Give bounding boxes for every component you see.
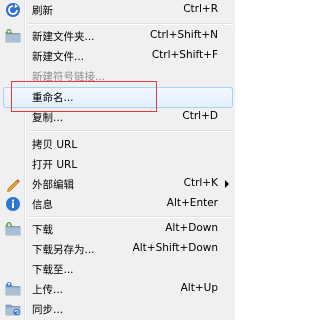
menu-item-label: 复制... [32,112,64,124]
menu-item-label: 拷贝 URL [32,139,78,151]
info-icon [6,197,20,211]
menu-item-label: 信息 [32,199,53,211]
menu-item-shortcut: Ctrl+D [182,110,218,122]
menu-item-label: 刷新 [32,5,53,17]
menu-item-label: 外部编辑 [32,179,74,191]
menu-item-label: 下载另存为... [32,244,95,256]
menu-item-copy-url[interactable]: 拷贝 URL [0,133,235,155]
menu-item-shortcut: Alt+Enter [166,197,218,209]
menu-item-shortcut: Alt+Up [180,282,218,294]
menu-item-download-to[interactable]: 下载至... [0,258,235,280]
context-menu: 刷新 Ctrl+R 新建文件夹... Ctrl+Shift+N 新建文件... … [0,0,235,320]
menu-item-label: 同步... [32,304,64,316]
submenu-arrow-icon [225,180,229,188]
menu-item-shortcut: Alt+Shift+Down [132,242,218,254]
upload-icon [5,282,21,296]
menu-item-new-folder[interactable]: 新建文件夹... Ctrl+Shift+N [0,25,235,47]
menu-item-download[interactable]: 下载 Alt+Down [0,218,235,240]
menu-item-label: 打开 URL [32,159,78,171]
menu-item-shortcut: Ctrl+R [183,3,218,15]
separator [28,130,233,132]
menu-item-label: 新建文件夹... [32,31,95,43]
menu-item-label: 上传... [32,284,64,296]
annotation-highlight-box [11,81,157,112]
refresh-icon [6,3,20,17]
sync-icon [5,304,21,316]
menu-item-download-as[interactable]: 下载另存为... Alt+Shift+Down [0,238,235,260]
menu-item-external-edit[interactable]: 外部编辑 Ctrl+K [0,173,235,195]
menu-item-upload[interactable]: 上传... Alt+Up [0,278,235,300]
pencil-icon [7,179,20,192]
menu-item-shortcut: Alt+Down [165,222,218,234]
menu-item-shortcut: Ctrl+Shift+N [150,29,218,41]
menu-item-new-file[interactable]: 新建文件... Ctrl+Shift+F [0,45,235,67]
menu-item-label: 新建文件... [32,51,85,63]
menu-item-open-url[interactable]: 打开 URL [0,153,235,175]
menu-item-refresh[interactable]: 刷新 Ctrl+R [0,0,235,21]
menu-item-label: 下载 [32,224,53,236]
menu-item-label: 下载至... [32,264,74,276]
menu-item-sync[interactable]: 同步... [0,298,235,320]
menu-item-shortcut: Ctrl+Shift+F [151,49,218,61]
menu-item-info[interactable]: 信息 Alt+Enter [0,193,235,215]
download-icon [5,222,21,236]
new-folder-icon [5,29,21,43]
menu-item-shortcut: Ctrl+K [183,177,218,189]
